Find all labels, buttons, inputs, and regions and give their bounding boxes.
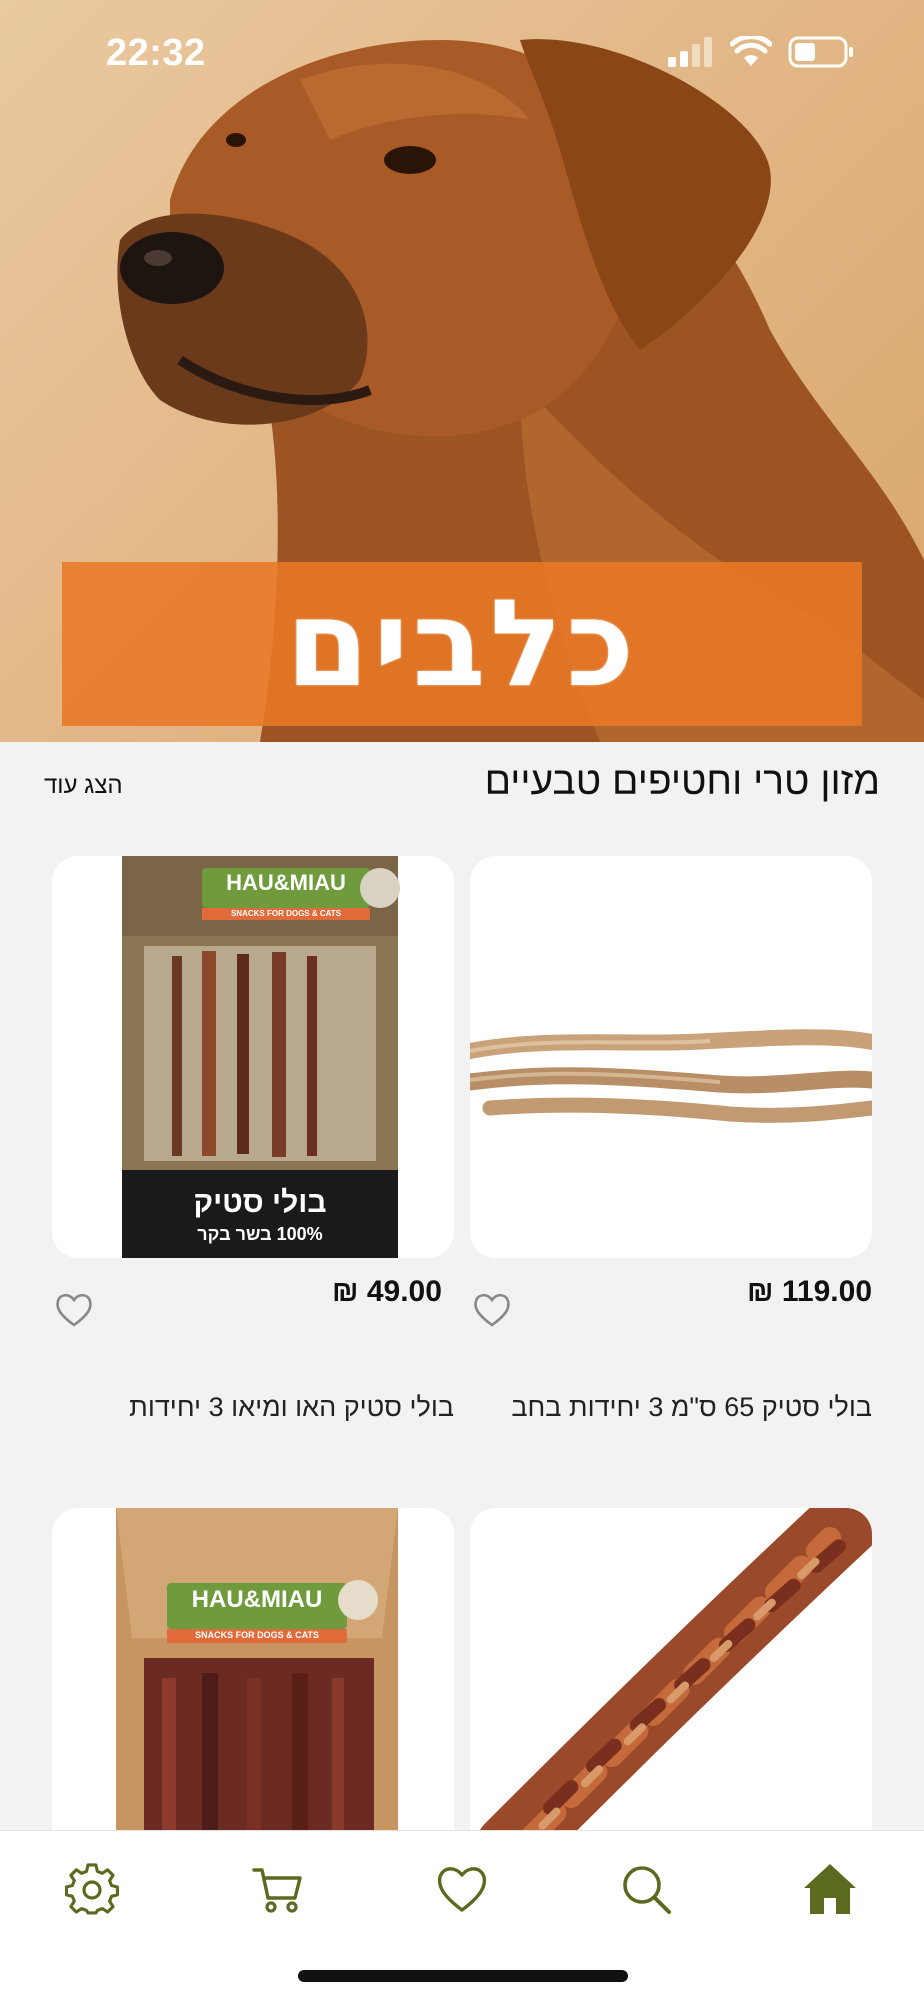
status-time: 22:32 xyxy=(106,32,206,74)
package-brand: HAU&MIAU xyxy=(226,870,346,895)
package-brand: HAU&MIAU xyxy=(191,1586,323,1613)
package-tagline: SNACKS FOR DOGS & CATS xyxy=(195,1630,319,1640)
product-price: ₪ 49.00 xyxy=(332,1275,442,1308)
search-icon xyxy=(623,1866,671,1914)
section-header: מזון טרי וחטיפים טבעיים הצג עוד xyxy=(0,742,924,826)
package-label-sub: 100% בשר בקר xyxy=(197,1224,323,1244)
cart-icon xyxy=(252,1868,302,1913)
product-name[interactable]: בולי סטיק האו ומיאו 3 יחידות xyxy=(129,1392,454,1423)
nav-settings[interactable] xyxy=(62,1859,122,1919)
package-label-title: בולי סטיק xyxy=(193,1186,327,1219)
nav-search[interactable] xyxy=(616,1859,676,1919)
product-card-image[interactable] xyxy=(470,856,872,1258)
nav-cart[interactable] xyxy=(248,1859,308,1919)
wifi-icon xyxy=(730,36,772,66)
section-title: מזון טרי וחטיפים טבעיים xyxy=(484,760,880,803)
product-image-bully-sticks xyxy=(470,1029,872,1123)
gear-icon xyxy=(65,1863,119,1915)
product-name[interactable]: בולי סטיק 65 ס"מ 3 יחידות בחב xyxy=(511,1392,872,1423)
package-tagline: SNACKS FOR DOGS & CATS xyxy=(230,909,342,918)
nav-favorites[interactable] xyxy=(432,1859,492,1919)
heart-icon xyxy=(437,1867,487,1912)
show-more-link[interactable]: הצג עוד xyxy=(44,772,123,800)
product-price: ₪ 119.00 xyxy=(747,1275,872,1308)
product-card-image[interactable]: HAU&MIAU SNACKS FOR DOGS & CATS בולי סטי… xyxy=(52,856,454,1258)
category-banner: כלבים xyxy=(62,562,862,726)
hero-banner[interactable]: 22:32 כלבים xyxy=(0,0,924,742)
signal-icon xyxy=(668,37,712,67)
home-indicator[interactable] xyxy=(298,1970,628,1982)
favorite-heart-icon[interactable] xyxy=(54,1290,94,1330)
nav-home[interactable] xyxy=(800,1859,860,1919)
category-banner-text: כלבים xyxy=(285,574,639,714)
favorite-heart-icon[interactable] xyxy=(472,1290,512,1330)
status-icons xyxy=(668,36,854,68)
battery-icon xyxy=(788,36,853,68)
home-icon xyxy=(804,1864,856,1914)
